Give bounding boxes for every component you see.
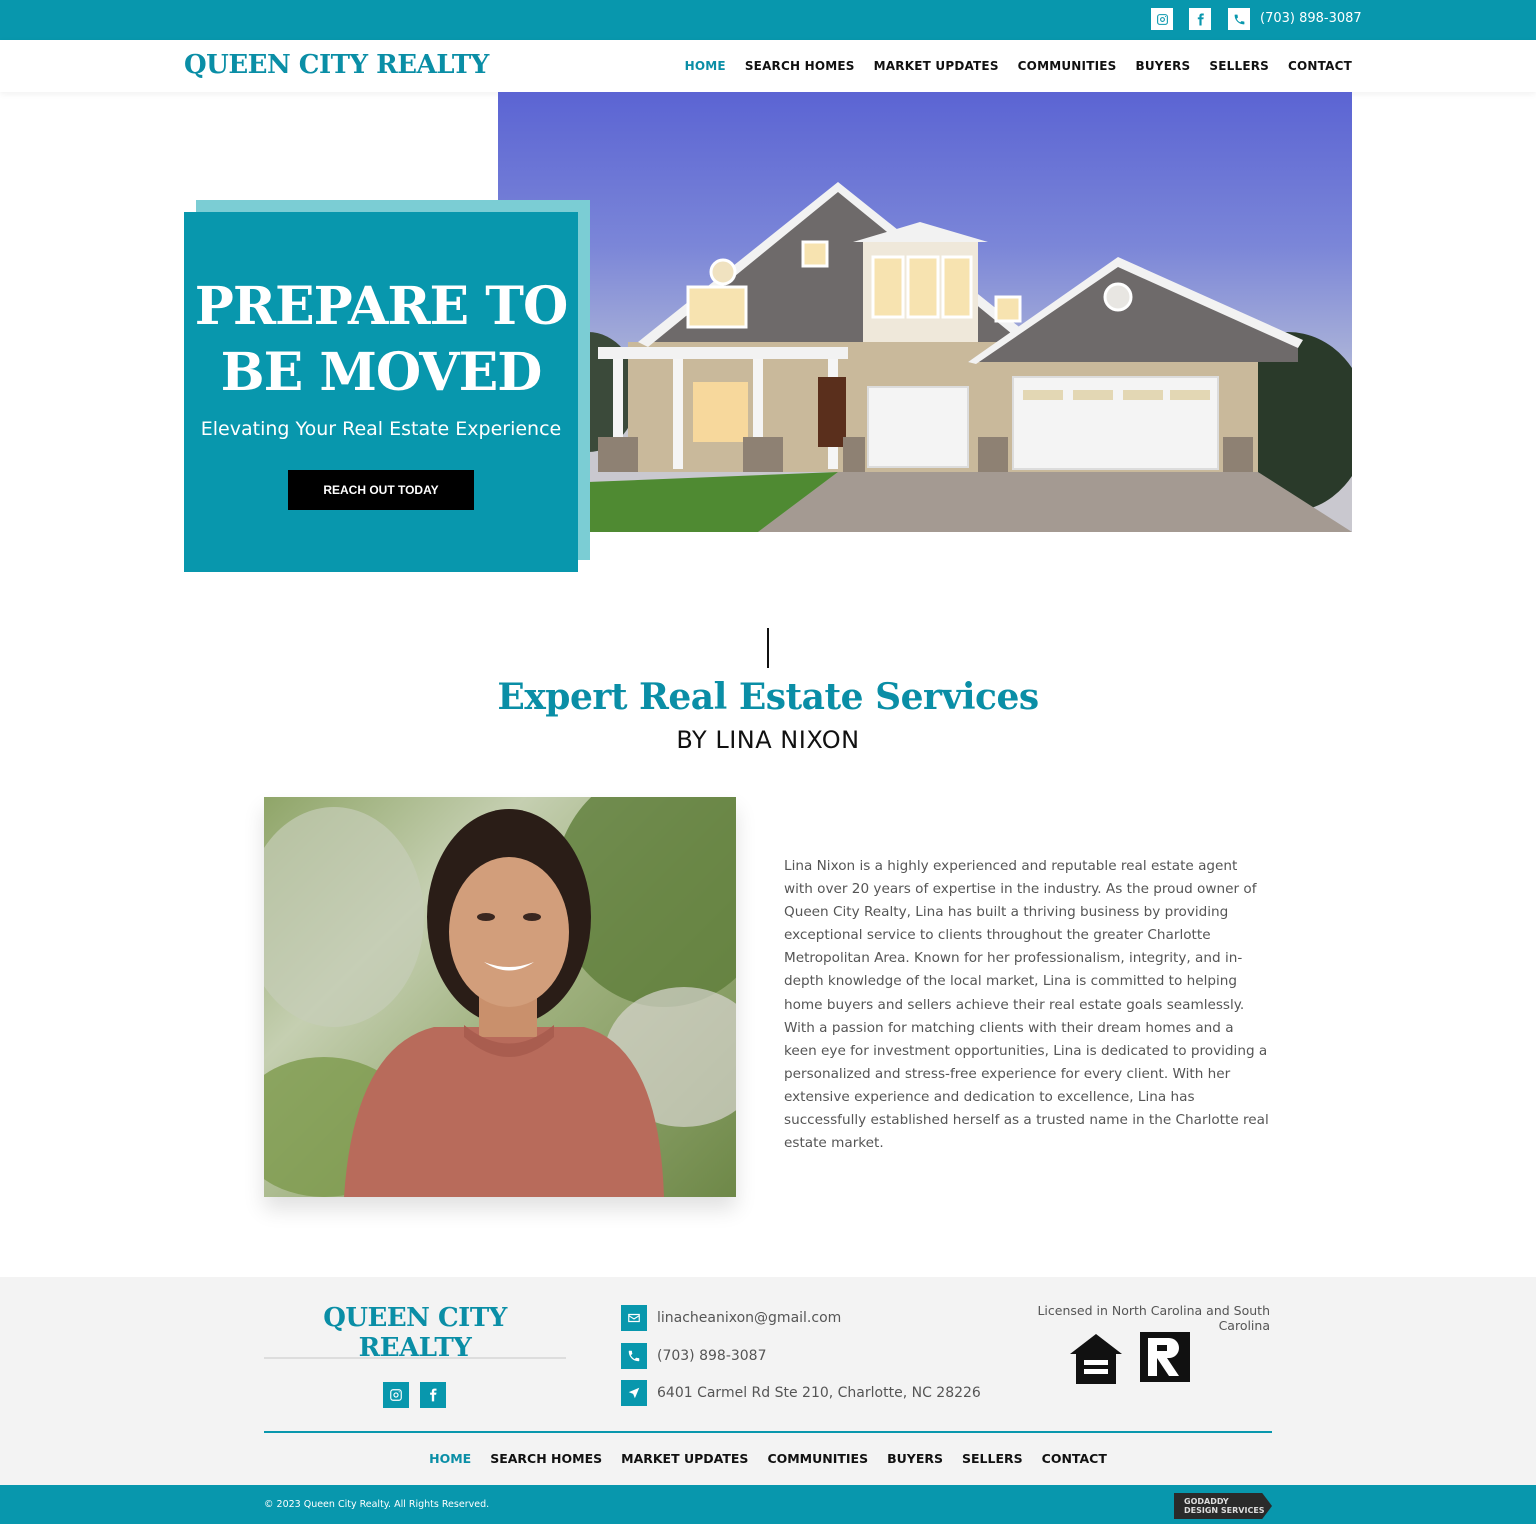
reach-out-button[interactable]: REACH OUT TODAY — [288, 470, 474, 510]
agent-bio: Lina Nixon is a highly experienced and r… — [784, 858, 1269, 1152]
nav-home[interactable]: HOME — [685, 59, 726, 73]
hero-panel: PREPARE TO BE MOVED Elevating Your Real … — [184, 212, 578, 572]
phone-icon — [621, 1343, 647, 1369]
badge-line-1: GODADDY — [1184, 1497, 1229, 1506]
footer-nav-buyers[interactable]: BUYERS — [887, 1451, 943, 1466]
footer-email[interactable]: linacheanixon@gmail.com — [621, 1305, 841, 1331]
badge-line-2: DESIGN SERVICES — [1184, 1506, 1265, 1515]
footer-email-text[interactable]: linacheanixon@gmail.com — [657, 1310, 841, 1326]
nav-sellers[interactable]: SELLERS — [1209, 59, 1269, 73]
nav-buyers[interactable]: BUYERS — [1136, 59, 1191, 73]
hero-title: PREPARE TO BE MOVED — [184, 274, 578, 406]
footer-phone[interactable]: (703) 898-3087 — [621, 1343, 767, 1369]
realtor-logo — [1138, 1332, 1192, 1396]
main-nav: HOME SEARCH HOMES MARKET UPDATES COMMUNI… — [685, 59, 1352, 73]
section-subtitle: BY LINA NIXON — [676, 726, 860, 754]
hero-title-line-2: BE MOVED — [220, 342, 543, 403]
license-text: Licensed in North Carolina and South Car… — [1037, 1303, 1270, 1333]
section-divider — [767, 628, 769, 668]
copyright: © 2023 Queen City Realty. All Rights Res… — [264, 1499, 490, 1510]
footer-nav-sellers[interactable]: SELLERS — [962, 1451, 1023, 1466]
footer-nav-search-homes[interactable]: SEARCH HOMES — [490, 1451, 602, 1466]
footer-nav-home[interactable]: HOME — [429, 1451, 471, 1466]
phone-icon[interactable] — [1228, 8, 1250, 30]
nav-market-updates[interactable]: MARKET UPDATES — [874, 59, 999, 73]
hero-house-image — [498, 92, 1352, 532]
hero-title-line-1: PREPARE TO — [194, 276, 569, 337]
nav-contact[interactable]: CONTACT — [1288, 59, 1352, 73]
footer-phone-text[interactable]: (703) 898-3087 — [657, 1348, 767, 1364]
agent-portrait — [264, 797, 736, 1197]
top-phone-number[interactable]: (703) 898-3087 — [1260, 11, 1362, 26]
nav-search-homes[interactable]: SEARCH HOMES — [745, 59, 855, 73]
instagram-icon[interactable] — [1151, 8, 1173, 30]
instagram-icon[interactable] — [383, 1382, 409, 1408]
equal-housing-logo — [1068, 1332, 1124, 1394]
footer-nav-contact[interactable]: CONTACT — [1042, 1451, 1107, 1466]
bottom-bar: © 2023 Queen City Realty. All Rights Res… — [0, 1485, 1536, 1524]
footer-divider — [264, 1431, 1272, 1433]
footer: QUEEN CITY REALTY linacheanixon@gmail.co… — [0, 1277, 1536, 1485]
facebook-icon[interactable] — [420, 1382, 446, 1408]
footer-logo-rule — [264, 1357, 566, 1359]
footer-nav: HOME SEARCH HOMES MARKET UPDATES COMMUNI… — [0, 1451, 1536, 1466]
section-title: Expert Real Estate Services — [497, 676, 1039, 718]
top-bar: (703) 898-3087 — [0, 0, 1536, 40]
site-logo[interactable]: QUEEN CITY REALTY — [184, 50, 489, 80]
facebook-icon[interactable] — [1189, 8, 1211, 30]
header: QUEEN CITY REALTY HOME SEARCH HOMES MARK… — [0, 40, 1536, 92]
hero-subtitle: Elevating Your Real Estate Experience — [200, 418, 562, 440]
location-arrow-icon — [621, 1380, 647, 1406]
footer-logo[interactable]: QUEEN CITY REALTY — [264, 1303, 566, 1363]
footer-nav-market-updates[interactable]: MARKET UPDATES — [621, 1451, 748, 1466]
footer-address[interactable]: 6401 Carmel Rd Ste 210, Charlotte, NC 28… — [621, 1380, 981, 1406]
nav-communities[interactable]: COMMUNITIES — [1018, 59, 1117, 73]
footer-nav-communities[interactable]: COMMUNITIES — [767, 1451, 868, 1466]
mail-icon — [621, 1305, 647, 1331]
footer-address-text[interactable]: 6401 Carmel Rd Ste 210, Charlotte, NC 28… — [657, 1385, 981, 1401]
godaddy-badge[interactable]: GODADDY DESIGN SERVICES — [1174, 1493, 1272, 1519]
